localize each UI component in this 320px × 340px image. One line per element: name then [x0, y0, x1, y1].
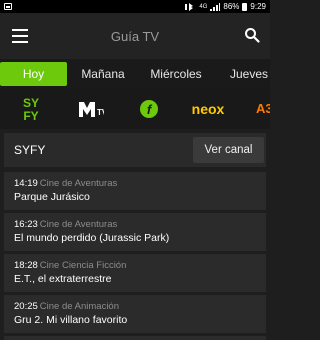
hamburger-icon[interactable]	[12, 29, 28, 43]
tab-miercoles[interactable]: Miércoles	[139, 62, 213, 86]
battery-percent: 86%	[223, 2, 240, 11]
signal-icon	[210, 2, 221, 11]
channel-strip: SY FY TV f neox A3	[0, 89, 270, 129]
svg-text:FY: FY	[23, 109, 38, 122]
program-genre: Cine de Animación	[39, 301, 119, 312]
mtv-logo-icon: TV	[79, 102, 104, 117]
channel-name: SYFY	[14, 143, 46, 157]
channel-mtv[interactable]: TV	[78, 89, 104, 129]
clock: 9:29	[250, 2, 266, 11]
network-type-label: 4G	[199, 3, 208, 10]
svg-text:TV: TV	[97, 108, 104, 117]
program-item[interactable]: 18:28 Cine Ciencia Ficción E.T., el extra…	[4, 254, 266, 292]
day-tabs: Hoy Mañana Miércoles Jueves	[0, 59, 270, 89]
app-title: Guía TV	[110, 28, 160, 44]
next-program-peek	[4, 336, 266, 340]
syfy-logo-icon: SY FY	[23, 96, 39, 122]
svg-text:neox: neox	[192, 101, 225, 117]
tab-manana[interactable]: Mañana	[71, 62, 135, 86]
image-notification-icon	[4, 3, 12, 10]
svg-text:SY: SY	[23, 96, 39, 110]
tab-jueves[interactable]: Jueves	[219, 62, 270, 86]
program-time: 16:23	[14, 219, 38, 230]
program-item[interactable]: 14:19 Cine de Aventuras Parque Jurásico	[4, 172, 266, 210]
bluetooth-vibrate-icon	[185, 2, 194, 11]
channel-neox[interactable]: neox	[188, 89, 228, 129]
search-icon[interactable]	[244, 27, 260, 43]
channel-syfy[interactable]: SY FY	[17, 89, 45, 129]
program-title: El mundo perdido (Jurassic Park)	[14, 232, 170, 244]
program-item[interactable]: 20:25 Cine de Animación Gru 2. Mi villano…	[4, 295, 266, 333]
battery-icon	[242, 2, 248, 11]
channel-fdf[interactable]: f	[138, 89, 160, 129]
ver-canal-button[interactable]: Ver canal	[193, 137, 264, 163]
program-time: 14:19	[14, 178, 38, 189]
fdf-logo-icon: f	[140, 100, 158, 118]
a3-logo-icon: A3	[256, 101, 270, 116]
program-title: Parque Jurásico	[14, 191, 90, 203]
app-bar: Guía TV	[0, 13, 270, 59]
program-title: E.T., el extraterrestre	[14, 273, 112, 285]
svg-text:A3: A3	[256, 101, 270, 116]
program-item[interactable]: 16:23 Cine de Aventuras El mundo perdido …	[4, 213, 266, 251]
neox-logo-icon: neox	[192, 101, 225, 117]
program-genre: Cine de Aventuras	[39, 178, 118, 189]
channel-header: SYFY Ver canal	[4, 133, 266, 167]
tab-hoy[interactable]: Hoy	[0, 62, 67, 86]
channel-a3[interactable]: A3	[256, 89, 270, 129]
program-genre: Cine de Aventuras	[39, 219, 118, 230]
program-genre: Cine Ciencia Ficción	[39, 260, 127, 271]
status-bar: 4G 86% 9:29	[0, 0, 270, 13]
program-time: 18:28	[14, 260, 38, 271]
program-time: 20:25	[14, 301, 38, 312]
program-title: Gru 2. Mi villano favorito	[14, 314, 128, 326]
